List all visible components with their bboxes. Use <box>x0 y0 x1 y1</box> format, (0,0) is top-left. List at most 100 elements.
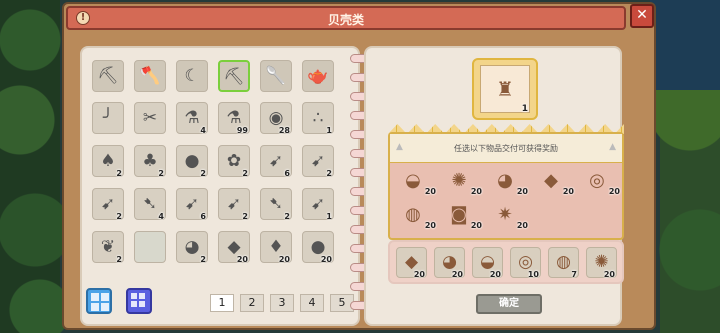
deliver-item[interactable]: ◒ 20 <box>472 247 503 279</box>
inventory-slot[interactable]: ➹ 6 <box>176 188 208 221</box>
item-quantity: 2 <box>116 255 122 264</box>
inventory-slot[interactable]: 🫖 <box>302 60 334 92</box>
inventory-slot[interactable]: ➹ 6 <box>260 145 292 178</box>
inventory-slot[interactable]: ◆ 20 <box>218 231 250 264</box>
item-quantity: 20 <box>516 187 528 196</box>
reward-item[interactable]: ◍ 20 <box>398 202 436 230</box>
item-quantity: 2 <box>158 169 164 178</box>
deliver-item[interactable]: ◍ 7 <box>548 247 579 279</box>
item-quantity: 20 <box>236 255 248 264</box>
inventory-slot[interactable]: ● 20 <box>302 231 334 264</box>
inventory-slot[interactable]: ☾ <box>176 60 208 92</box>
empty-slot[interactable] <box>134 231 166 263</box>
target-item-frame[interactable]: ♜ 1 <box>472 58 538 120</box>
water-background <box>650 0 720 90</box>
inventory-slot[interactable]: ➹ 2 <box>218 188 250 221</box>
item-quantity: 7 <box>571 270 577 279</box>
reward-item[interactable]: ◙ 20 <box>444 202 482 230</box>
green-shell-icon: ◆ <box>544 170 558 191</box>
confirm-button[interactable]: 确定 <box>476 294 542 314</box>
reward-item[interactable]: ◒ 20 <box>398 168 436 196</box>
item-quantity: 1 <box>326 126 332 135</box>
shell-collection-window: ! 贝壳类 ✕ ⛏ 🪓 ☾ ⛏ 🥄 🫖 ╯ ✂ ⚗ 4 ⚗ 99 ◉ 28 ∴ 1 ♠ 2 ♣ 2 ● 2 ✿ 2 ➹ 6 ➹ 2 ➹… <box>62 2 656 330</box>
inventory-slot[interactable]: ╯ <box>92 102 124 134</box>
item-quantity: 20 <box>562 187 574 196</box>
shovel-icon: 🥄 <box>265 66 287 86</box>
crab-icon: ◙ <box>450 204 468 225</box>
inventory-page: ⛏ 🪓 ☾ ⛏ 🥄 🫖 ╯ ✂ ⚗ 4 ⚗ 99 ◉ 28 ∴ 1 ♠ 2 ♣ 2 ● 2 ✿ 2 ➹ 6 ➹ 2 ➹ 2 ➷ 4 ➹ 6 ➹ 2 ➷… <box>80 46 360 326</box>
inventory-slot[interactable]: ⛏ <box>218 60 250 92</box>
page-button-4[interactable]: 4 <box>300 294 324 312</box>
item-quantity: 20 <box>470 221 482 230</box>
starfish-icon: ✷ <box>497 204 513 225</box>
axe-icon: 🪓 <box>139 66 161 86</box>
reward-item[interactable]: ◎ 20 <box>582 168 620 196</box>
item-quantity: 20 <box>451 270 463 279</box>
close-icon[interactable]: ✕ <box>630 4 654 28</box>
sickle-icon: ☾ <box>184 66 200 86</box>
clam-icon: ◍ <box>405 204 421 225</box>
inventory-slot[interactable]: ➷ 4 <box>134 188 166 221</box>
inventory-slot[interactable]: ● 2 <box>176 145 208 178</box>
inventory-slot[interactable]: ➷ 2 <box>260 188 292 221</box>
inventory-slot[interactable]: ♣ 2 <box>134 145 166 178</box>
item-quantity: 20 <box>320 255 332 264</box>
deliver-item[interactable]: ◕ 20 <box>434 247 465 279</box>
reward-item[interactable]: ✷ 20 <box>490 202 528 230</box>
inventory-slot[interactable]: ⛏ <box>92 60 124 92</box>
deliver-item[interactable]: ✺ 20 <box>586 247 617 279</box>
item-quantity: 4 <box>158 212 164 221</box>
page-button-1[interactable]: 1 <box>210 294 234 312</box>
inventory-slot[interactable]: ⚗ 4 <box>176 102 208 135</box>
inventory-slot[interactable]: ⚗ 99 <box>218 102 250 135</box>
item-quantity: 99 <box>236 126 248 135</box>
arrow-up-icon: ▲ <box>609 142 616 152</box>
inventory-slot[interactable]: ◉ 28 <box>260 102 292 135</box>
deliver-items-panel: ◆ 20 ◕ 20 ◒ 20 ◎ 10 ◍ 7 ✺ 20 <box>388 240 624 284</box>
item-quantity: 20 <box>424 187 436 196</box>
item-quantity: 4 <box>200 126 206 135</box>
item-quantity: 28 <box>278 126 290 135</box>
inventory-slot[interactable]: ✿ 2 <box>218 145 250 178</box>
grid-view-button[interactable] <box>86 288 112 314</box>
inventory-slot[interactable]: ➹ 2 <box>92 188 124 221</box>
inventory-slot[interactable]: ◕ 2 <box>176 231 208 264</box>
list-view-button[interactable] <box>126 288 152 314</box>
watering-can-icon: 🫖 <box>307 66 329 86</box>
sea-urchin-icon: ✺ <box>451 170 467 191</box>
inventory-slot[interactable]: 🪓 <box>134 60 166 92</box>
inventory-slot[interactable]: ➹ 2 <box>302 145 334 178</box>
reward-item[interactable]: ✺ 20 <box>444 168 482 196</box>
scissors-icon: ✂ <box>142 108 158 128</box>
reward-item[interactable]: ◕ 20 <box>490 168 528 196</box>
pickaxe-icon: ⛏ <box>97 66 119 86</box>
conch-icon: ◕ <box>497 170 513 191</box>
inventory-slot[interactable]: ➹ 1 <box>302 188 334 221</box>
item-quantity: 20 <box>608 187 620 196</box>
inventory-slot[interactable]: ❦ 2 <box>92 231 124 264</box>
inventory-slot[interactable]: ∴ 1 <box>302 102 334 135</box>
inventory-slot[interactable]: ♦ 20 <box>260 231 292 264</box>
fishing-rod-icon: ╯ <box>102 108 114 128</box>
title-bar: ! 贝壳类 <box>66 6 626 30</box>
inventory-slot[interactable]: ✂ <box>134 102 166 134</box>
inventory-slot[interactable]: ♠ 2 <box>92 145 124 178</box>
hoe-icon: ⛏ <box>223 67 245 87</box>
delivery-page: ♜ 1 ▲ 任选以下物品交付可获得奖励 ▲ ◒ 20 ✺ 20 ◕ 20 ◆ 20 ◎ 20 ◍ 20… <box>364 46 624 326</box>
item-quantity: 2 <box>116 169 122 178</box>
item-quantity: 2 <box>242 169 248 178</box>
inventory-slot[interactable]: 🥄 <box>260 60 292 92</box>
page-button-2[interactable]: 2 <box>240 294 264 312</box>
reward-item[interactable]: ◆ 20 <box>536 168 574 196</box>
item-quantity: 20 <box>278 255 290 264</box>
target-item: ♜ 1 <box>480 65 530 114</box>
item-quantity: 20 <box>470 187 482 196</box>
reward-header: ▲ 任选以下物品交付可获得奖励 ▲ <box>390 134 622 163</box>
window-title: 贝壳类 <box>327 13 364 27</box>
item-quantity: 10 <box>527 270 539 279</box>
item-quantity: 2 <box>200 255 206 264</box>
deliver-item[interactable]: ◆ 20 <box>396 247 427 279</box>
deliver-item[interactable]: ◎ 10 <box>510 247 541 279</box>
page-button-3[interactable]: 3 <box>270 294 294 312</box>
item-quantity: 6 <box>284 169 290 178</box>
